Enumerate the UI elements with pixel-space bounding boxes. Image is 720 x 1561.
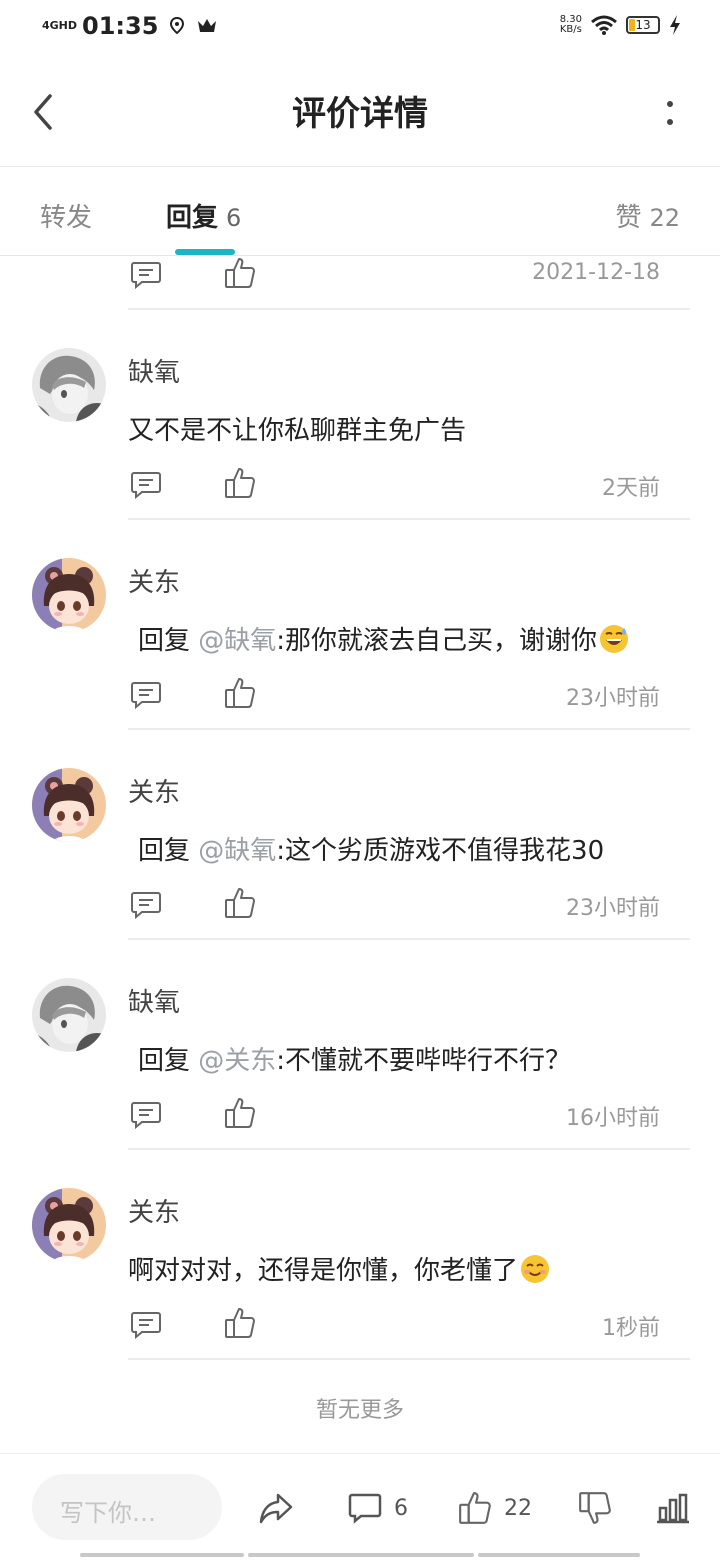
status-time: 01:35	[82, 12, 159, 40]
avatar[interactable]	[32, 978, 106, 1052]
reply-content: 回复 @关东:不懂就不要哔哔行不行？	[138, 1046, 572, 1076]
reply-time: 2021-12-18	[532, 260, 660, 285]
share-icon	[259, 1493, 293, 1524]
reply-time: 16小时前	[566, 1106, 660, 1131]
comment-icon[interactable]	[130, 470, 162, 500]
charging-icon	[670, 15, 680, 35]
mention-link[interactable]: @缺氧	[198, 836, 276, 866]
divider	[128, 1358, 690, 1360]
reply-time: 23小时前	[566, 686, 660, 711]
status-bar: 4GHD 01:35 8.30 KB/s 13	[0, 0, 720, 56]
reply-actions: 23小时前	[128, 886, 660, 926]
app-header: 评价详情	[0, 56, 720, 167]
like-icon[interactable]	[224, 1306, 256, 1340]
username[interactable]: 缺氧	[128, 982, 180, 1019]
reply-actions: 16小时前	[128, 1096, 660, 1136]
share-button[interactable]	[258, 1488, 294, 1528]
sweat-smile-emoji	[599, 624, 629, 654]
network-indicator: 4GHD	[42, 19, 78, 32]
reply-actions: 23小时前	[128, 676, 660, 716]
reply-item: 缺氧 回复 @关东:不懂就不要哔哔行不行？ 16小时前	[0, 978, 720, 1188]
reply-content: 啊对对对，还得是你懂，你老懂了	[128, 1250, 550, 1287]
active-tab-indicator	[175, 249, 235, 255]
like-count-button[interactable]: 22	[458, 1488, 532, 1528]
reply-input[interactable]: 写下你…	[32, 1474, 222, 1540]
avatar[interactable]	[32, 768, 106, 842]
bottom-action-bar: 写下你… 6 22	[0, 1453, 720, 1561]
like-icon[interactable]	[224, 676, 256, 710]
reply-actions: 2天前	[128, 466, 660, 506]
username[interactable]: 关东	[128, 562, 180, 599]
divider	[128, 938, 690, 940]
reply-actions: 1秒前	[128, 1306, 660, 1346]
comment-count: 6	[394, 1495, 408, 1521]
mention-link[interactable]: @关东	[198, 1046, 276, 1076]
like-icon[interactable]	[224, 1096, 256, 1130]
mention-link[interactable]: @缺氧	[198, 626, 276, 656]
thumbs-down-icon	[578, 1490, 612, 1526]
page-title: 评价详情	[292, 94, 428, 134]
thumbs-up-icon	[458, 1490, 492, 1526]
tab-bar: 转发 回复 6 赞 22	[0, 167, 720, 256]
smile-emoji	[520, 1254, 550, 1284]
reply-item: 关东 啊对对对，还得是你懂，你老懂了 1秒前	[0, 1188, 720, 1398]
bar-chart-icon	[657, 1493, 689, 1524]
location-icon	[170, 16, 185, 35]
username[interactable]: 关东	[128, 1192, 180, 1229]
avatar[interactable]	[32, 558, 106, 632]
comment-icon	[348, 1493, 382, 1524]
like-icon[interactable]	[224, 466, 256, 500]
divider	[128, 308, 690, 310]
dislike-button[interactable]	[578, 1488, 612, 1528]
reply-time: 2天前	[602, 476, 660, 501]
comment-icon[interactable]	[130, 260, 162, 290]
divider	[128, 1148, 690, 1150]
battery-indicator: 13	[626, 16, 660, 34]
reply-time: 1秒前	[602, 1316, 660, 1341]
comment-count-button[interactable]: 6	[348, 1488, 408, 1528]
comment-icon[interactable]	[130, 890, 162, 920]
comment-icon[interactable]	[130, 680, 162, 710]
comment-icon[interactable]	[130, 1310, 162, 1340]
tab-reply[interactable]: 回复 6	[166, 197, 241, 234]
tab-like[interactable]: 赞 22	[615, 197, 680, 234]
wifi-icon	[591, 15, 617, 35]
reply-item: 关东 回复 @缺氧:这个劣质游戏不值得我花30 23小时前	[0, 768, 720, 978]
username[interactable]: 关东	[128, 772, 180, 809]
ranking-button[interactable]	[656, 1488, 690, 1528]
comment-icon[interactable]	[130, 1100, 162, 1130]
gesture-bar	[0, 1553, 720, 1559]
reply-content: 又不是不让你私聊群主免广告	[128, 416, 467, 446]
reply-actions: 2021-12-18	[128, 256, 660, 296]
reply-item: 关东 回复 @缺氧:那你就滚去自己买，谢谢你 23小时前	[0, 558, 720, 768]
reply-content: 回复 @缺氧:这个劣质游戏不值得我花30	[138, 836, 605, 866]
no-more-text: 暂无更多	[315, 1398, 404, 1423]
reply-content: 回复 @缺氧:那你就滚去自己买，谢谢你	[128, 620, 629, 657]
reply-time: 23小时前	[566, 896, 660, 921]
crown-icon	[198, 19, 217, 32]
network-speed: 8.30 KB/s	[559, 14, 582, 35]
like-count: 22	[504, 1495, 532, 1521]
divider	[128, 728, 690, 730]
avatar[interactable]	[32, 348, 106, 422]
more-options-icon[interactable]	[664, 98, 676, 128]
avatar[interactable]	[32, 1188, 106, 1262]
reply-input-placeholder: 写下你…	[60, 1499, 156, 1527]
username[interactable]: 缺氧	[128, 352, 180, 389]
tab-forward[interactable]: 转发	[40, 197, 92, 234]
reply-item: 缺氧 又不是不让你私聊群主免广告 2天前	[0, 348, 720, 558]
divider	[128, 518, 690, 520]
like-icon[interactable]	[224, 256, 256, 290]
like-icon[interactable]	[224, 886, 256, 920]
